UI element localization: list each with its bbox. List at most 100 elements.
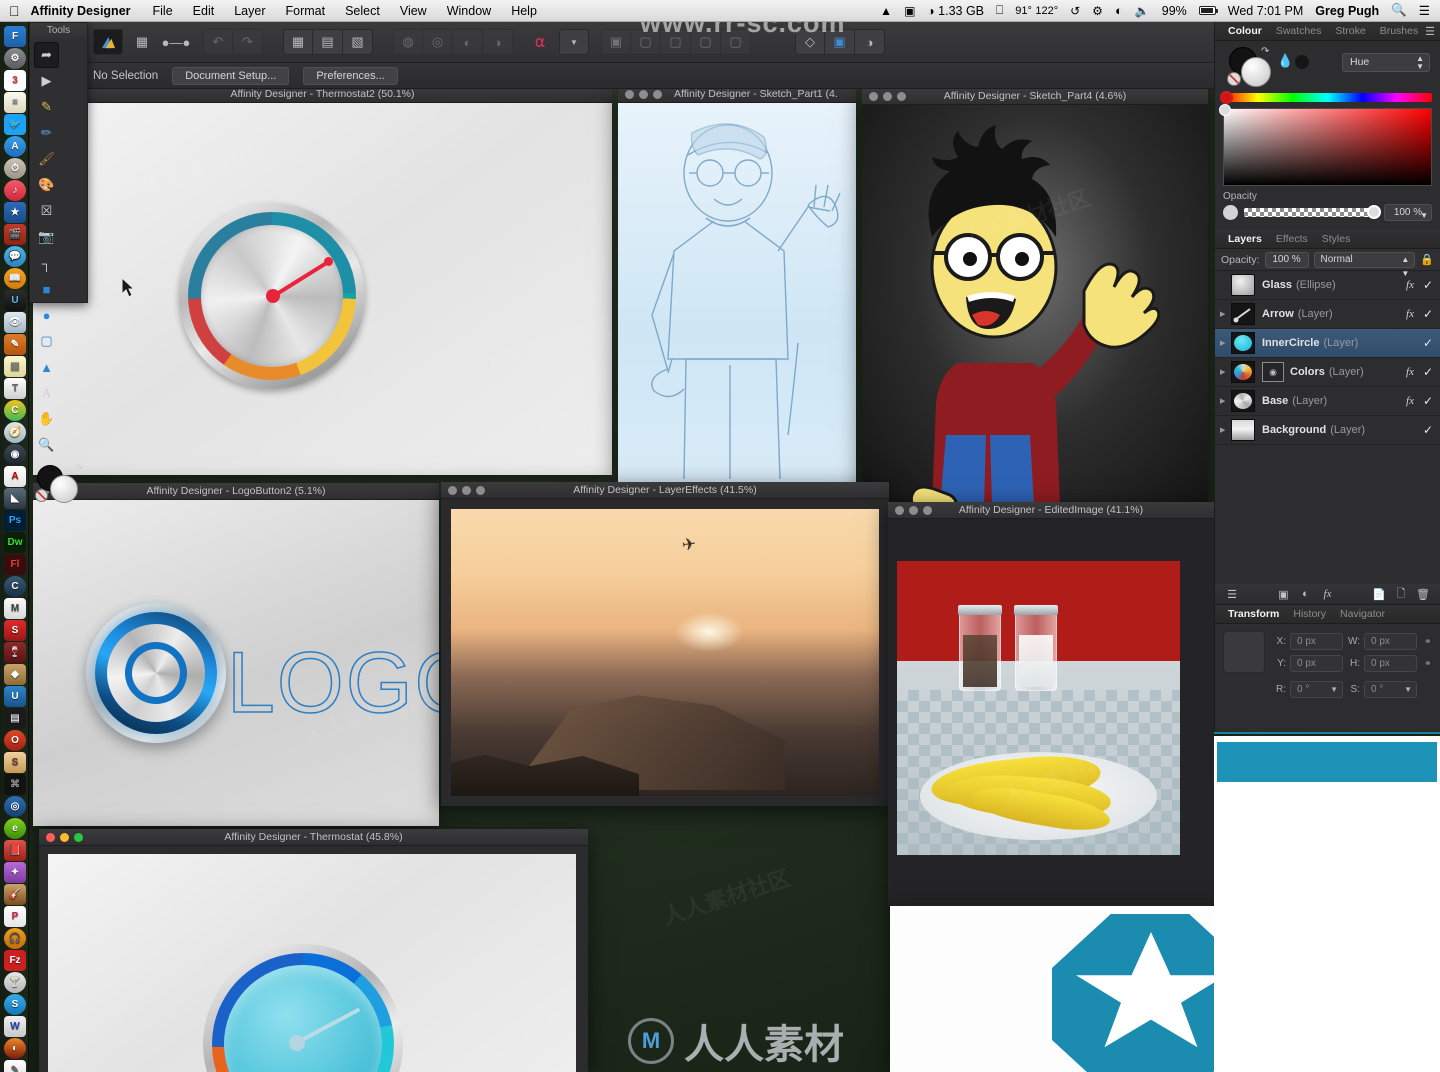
dock-item[interactable]: 💬 [4, 246, 26, 267]
close-button[interactable] [448, 485, 457, 495]
dock-item[interactable]: A [4, 466, 26, 487]
zoom-tool[interactable]: 🔍 [34, 432, 59, 458]
stepper-icon[interactable]: ▲ ▼ [1416, 55, 1424, 71]
dock-item[interactable]: 📕 [4, 840, 26, 861]
navigator-preview[interactable] [1214, 736, 1440, 1072]
boolean-add-icon[interactable]: ◍ [393, 29, 423, 55]
airplay-icon[interactable]: ⎕ [990, 3, 1009, 18]
layer-thumbnail[interactable] [1231, 303, 1255, 325]
layer-visibility-checkbox[interactable]: ✓ [1422, 278, 1434, 292]
window-thermostat2[interactable]: Affinity Designer - Thermostat2 (50.1%) [33, 86, 612, 475]
dock-item[interactable]: S [4, 752, 26, 773]
y-field[interactable]: 0 px [1290, 654, 1343, 672]
redo-icon[interactable]: ↷ [233, 29, 263, 55]
traffic-lights[interactable] [618, 89, 662, 99]
hue-slider-knob[interactable] [1220, 91, 1233, 104]
table-row[interactable]: Glass (Ellipse) fx ✓ [1215, 271, 1440, 300]
close-button[interactable] [895, 505, 904, 515]
dock-item[interactable]: F [4, 26, 26, 47]
tab-effects[interactable]: Effects [1269, 230, 1315, 249]
window-canvas[interactable] [39, 846, 588, 1072]
s-field[interactable]: 0 ° ▼ [1364, 681, 1417, 698]
lock-icon[interactable]: 🔒 [1420, 253, 1434, 266]
place-image-tool[interactable]: 📷 [34, 224, 59, 250]
node-tool[interactable]: ▶ [34, 68, 59, 94]
h-field[interactable]: 0 px [1364, 654, 1417, 672]
layer-mask-thumbnail[interactable]: ◉ [1262, 362, 1284, 382]
canvas-surface[interactable] [618, 103, 856, 484]
fill-swatch[interactable] [50, 475, 78, 503]
boolean-intersect-icon[interactable]: ◐ [453, 29, 483, 55]
arrange-forward-icon[interactable]: ▢ [661, 29, 691, 55]
hue-slider[interactable] [1220, 91, 1432, 104]
fill-tool[interactable]: ☒ [34, 198, 59, 224]
window-canvas[interactable] [33, 103, 612, 475]
saturation-value-field[interactable] [1219, 104, 1432, 186]
clock[interactable]: Wed 7:01 PM [1222, 4, 1310, 18]
tab-navigator[interactable]: Navigator [1333, 605, 1392, 624]
context-toolbar[interactable]: No Selection Document Setup... Preferenc… [29, 63, 1214, 89]
opacity-slider-knob[interactable] [1367, 205, 1381, 219]
dock-item[interactable]: P [4, 906, 26, 927]
dock-item[interactable]: 📖 [4, 268, 26, 289]
close-button[interactable] [46, 832, 55, 842]
arrange-front-icon[interactable]: ▢ [631, 29, 661, 55]
group-icon[interactable]: ◇ [795, 29, 825, 55]
dock-item[interactable]: ◎ [4, 796, 26, 817]
layer-thumbnail[interactable] [1231, 274, 1255, 296]
rounded-rectangle-tool[interactable]: ▢ [34, 328, 59, 354]
layer-opacity-field[interactable]: 100 % [1264, 251, 1309, 268]
minimize-button[interactable] [60, 832, 69, 842]
boolean-subtract-icon[interactable]: ◎ [423, 29, 453, 55]
dock-item[interactable]: W [4, 1016, 26, 1037]
transform-proxy-icon[interactable] [1223, 631, 1265, 673]
app-toolbar[interactable]: ▦ ●—● ↶ ↷ ▦ ▤ ▧ ◍ ◎ ◐ ◑ ⍺ ▼ ▣ ▢ ▢ ▢ ▢ ◇ … [29, 22, 1214, 63]
arrange-backward-icon[interactable]: ▢ [691, 29, 721, 55]
dock-item[interactable]: ≡ [4, 92, 26, 113]
tab-history[interactable]: History [1286, 605, 1333, 624]
menu-layer[interactable]: Layer [224, 4, 275, 18]
layer-fx-icon[interactable]: fx [1406, 308, 1422, 320]
dock-item[interactable]: ◆ [4, 664, 26, 685]
bananas-photo[interactable] [897, 561, 1180, 855]
no-fill-swatch[interactable] [1227, 72, 1241, 86]
bluetooth-icon[interactable]: ⚙ [1086, 4, 1109, 18]
traffic-lights[interactable] [441, 485, 485, 495]
expand-arrow-icon[interactable]: ▶ [1220, 426, 1231, 434]
canvas-surface[interactable] [862, 105, 1208, 506]
apple-logo-icon[interactable]:  [0, 4, 31, 18]
snapping-magnet-icon[interactable]: ⍺ [525, 29, 555, 55]
mask-icon[interactable]: ▣ [1273, 588, 1295, 601]
tools-palette[interactable]: Tools ➦ ▶ ✎ ✏ 🖌 🎨 ☒ 📷 ┐ ■ ● ▢ ▲ A ✋ 🔍 ↷ [29, 22, 88, 503]
transform-panel-tabs[interactable]: Transform History Navigator [1215, 605, 1440, 624]
affinity-persona-icon[interactable] [93, 29, 123, 55]
table-row[interactable]: ▶ Arrow (Layer) fx ✓ [1215, 300, 1440, 329]
selection-group[interactable]: ▦ ▤ ▧ [283, 29, 373, 55]
dock-item[interactable]: ★ [4, 202, 26, 223]
table-row[interactable]: ▶ ◉ Colors (Layer) fx ✓ [1215, 358, 1440, 387]
move-tool[interactable]: ➦ [34, 42, 59, 68]
layer-thumbnail[interactable] [1231, 361, 1255, 383]
dock-item[interactable]: S [4, 994, 26, 1015]
sv-field-knob[interactable] [1219, 104, 1231, 116]
layers-panel-tabs[interactable]: Layers Effects Styles [1215, 230, 1440, 249]
minimize-button[interactable] [909, 505, 918, 515]
dock-item[interactable]: ◉ [4, 444, 26, 465]
crop-tool[interactable]: ┐ [34, 250, 59, 276]
panel-menu-icon[interactable]: ☰ [1425, 25, 1435, 38]
expand-arrow-icon[interactable]: ▶ [1220, 310, 1231, 318]
expand-arrow-icon[interactable]: ▶ [1220, 368, 1231, 376]
export-persona-icon[interactable]: ●—● [161, 29, 191, 55]
colour-panel-body[interactable]: ↷ 💧 Hue ▲ ▼ Opacity 100 % ▼ [1215, 41, 1440, 229]
fill-swatch[interactable] [1241, 57, 1271, 87]
pen-tool[interactable]: ✎ [34, 94, 59, 120]
window-titlebar[interactable]: Affinity Designer - Sketch_Part4 (4.6%) [862, 88, 1208, 105]
tab-transform[interactable]: Transform [1221, 605, 1286, 624]
mask-icon[interactable]: ◑ [855, 29, 885, 55]
volume-icon[interactable]: 🔈 [1129, 4, 1156, 18]
layer-fx-icon[interactable]: fx [1406, 366, 1422, 378]
boolean-divide-icon[interactable]: ◑ [483, 29, 513, 55]
delete-icon[interactable]: 🗑 [1412, 588, 1434, 601]
dock-item[interactable]: 3 [4, 70, 26, 91]
paintbrush-tool[interactable]: 🖌 [34, 146, 59, 172]
